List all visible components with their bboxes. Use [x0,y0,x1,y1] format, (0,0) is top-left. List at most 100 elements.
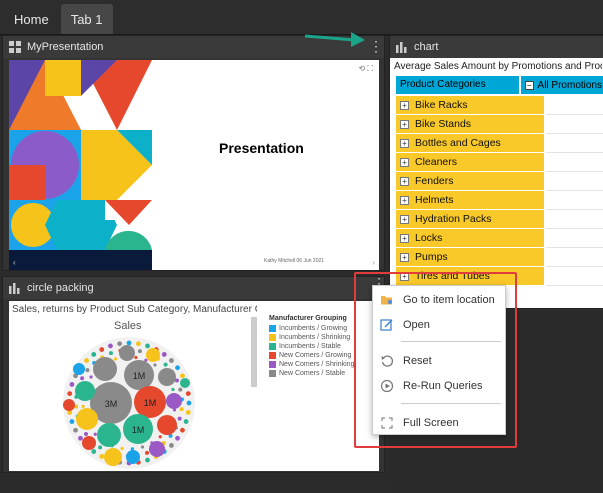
bubble-cluster[interactable]: 3M 1M 1M 1M [49,333,209,473]
value-cell [546,134,603,153]
legend-swatch [269,334,276,341]
expand-icon[interactable]: + [400,100,409,110]
category-cell[interactable]: + Fenders [396,172,546,191]
small-bubble [81,404,85,408]
tab-home[interactable]: Home [4,4,59,34]
expand-icon[interactable]: + [400,176,409,186]
category-cell[interactable]: + Locks [396,229,546,248]
category-label: Bike Stands [415,118,472,130]
small-bubble [134,355,138,360]
category-cell[interactable]: + Cleaners [396,153,546,172]
small-bubble [69,419,75,424]
legend-item[interactable]: New Comers / Growing [269,351,354,360]
bubble-label: 1M [132,425,145,435]
small-bubble [69,382,75,387]
small-bubble [117,341,123,347]
bubble-label: 1M [144,398,157,408]
small-bubble [91,449,97,454]
value-cell [546,248,603,267]
slide-controls-icon[interactable]: ⟲ ⛶ [358,64,373,74]
bar-chart-icon [396,42,407,53]
expand-icon[interactable]: + [400,138,409,148]
app-window: Home Tab 1 MyPresentation ⋮ Presentation… [0,0,603,493]
category-cell[interactable]: + Bike Stands [396,115,546,134]
table-row[interactable]: + Locks [396,229,603,248]
category-cell[interactable]: + Bottles and Cages [396,134,546,153]
header-product-categories[interactable]: Product Categories [396,76,521,94]
legend-label: Incumbents / Growing [279,325,348,332]
grid-icon [9,41,21,53]
legend-swatch [269,352,276,359]
legend-item[interactable]: Incumbents / Growing [269,324,354,333]
slide-footer: Kathy Mitchell 06 Jun 2021 [264,258,325,264]
legend-items: Incumbents / Growing Incumbents / Shrinki… [269,324,354,378]
legend-swatch [269,370,276,377]
slide-title: Presentation [219,140,304,156]
value-cell [546,229,603,248]
pivot-table-title: Average Sales Amount by Promotions and P… [394,61,602,72]
chart-scrollbar[interactable] [251,317,257,387]
category-cell[interactable]: + Helmets [396,191,546,210]
expand-icon[interactable]: + [400,214,409,224]
table-row[interactable]: + Helmets [396,191,603,210]
header-all-promotions-label: All Promotions [537,79,602,91]
small-bubble [130,447,134,451]
small-bubble [145,457,150,463]
presentation-slide[interactable]: Presentation Kathy Mitchell 06 Jun 2021 … [9,60,379,270]
bar-chart-icon [9,283,20,294]
legend-label: New Comers / Growing [279,352,352,359]
legend-item[interactable]: New Comers / Shrinking [269,360,354,369]
small-bubble [175,365,180,371]
small-bubble [183,419,189,424]
legend-label: New Comers / Stable [279,370,346,377]
slide-artwork [9,60,152,270]
small-bubble [180,427,185,433]
value-cell [546,115,603,134]
small-bubble [83,431,88,436]
header-all-promotions[interactable]: − All Promotions [520,76,603,94]
pivot-table-header: Product Categories − All Promotions [396,76,603,94]
expand-icon[interactable]: + [400,195,409,205]
presentation-panel-title: MyPresentation [27,41,104,53]
circle-packing-chart[interactable]: Sales, returns by Product Sub Category, … [9,301,379,471]
table-row[interactable]: + Pumps [396,248,603,267]
table-row[interactable]: + Cleaners [396,153,603,172]
bubble-label: 1M [133,371,146,381]
expand-icon[interactable]: + [400,252,409,262]
value-cell [546,172,603,191]
expand-icon[interactable]: + [400,233,409,243]
small-bubble [78,435,83,441]
legend-label: Incumbents / Shrinking [279,334,351,341]
expand-icon[interactable]: + [400,157,409,167]
table-row[interactable]: + Bike Stands [396,115,603,134]
tab-tab-1[interactable]: Tab 1 [60,4,113,34]
table-row[interactable]: + Bottles and Cages [396,134,603,153]
category-cell[interactable]: + Pumps [396,248,546,267]
table-row[interactable]: + Bike Racks [396,96,603,115]
chart-panel: chart Average Sales Amount by Promotions… [389,35,603,309]
category-cell[interactable]: + Bike Racks [396,96,546,115]
circle-packing-center-label: Sales [114,320,142,332]
table-row[interactable]: + Fenders [396,172,603,191]
legend-title: Manufacturer Grouping [269,315,347,322]
legend-item[interactable]: Incumbents / Shrinking [269,333,354,342]
expand-icon[interactable]: + [400,119,409,129]
bubble-label: 3M [105,399,118,409]
value-cell [546,210,603,229]
small-bubble [171,387,175,392]
legend-item[interactable]: Incumbents / Stable [269,342,354,351]
slide-next-icon[interactable]: › [372,258,375,267]
collapse-icon[interactable]: − [524,80,534,90]
circle-packing-panel-title: circle packing [27,282,94,294]
presentation-menu-kebab-icon[interactable]: ⋮ [369,39,383,53]
small-bubble [89,375,93,379]
category-cell[interactable]: + Hydration Packs [396,210,546,229]
annotation-arrow [304,32,365,47]
small-bubble [137,349,142,354]
slide-prev-icon[interactable]: ‹ [13,258,16,267]
value-cell [546,267,603,286]
small-bubble [140,445,145,449]
legend-item[interactable]: New Comers / Stable [269,369,354,378]
table-row[interactable]: + Hydration Packs [396,210,603,229]
category-label: Bike Racks [415,99,468,111]
